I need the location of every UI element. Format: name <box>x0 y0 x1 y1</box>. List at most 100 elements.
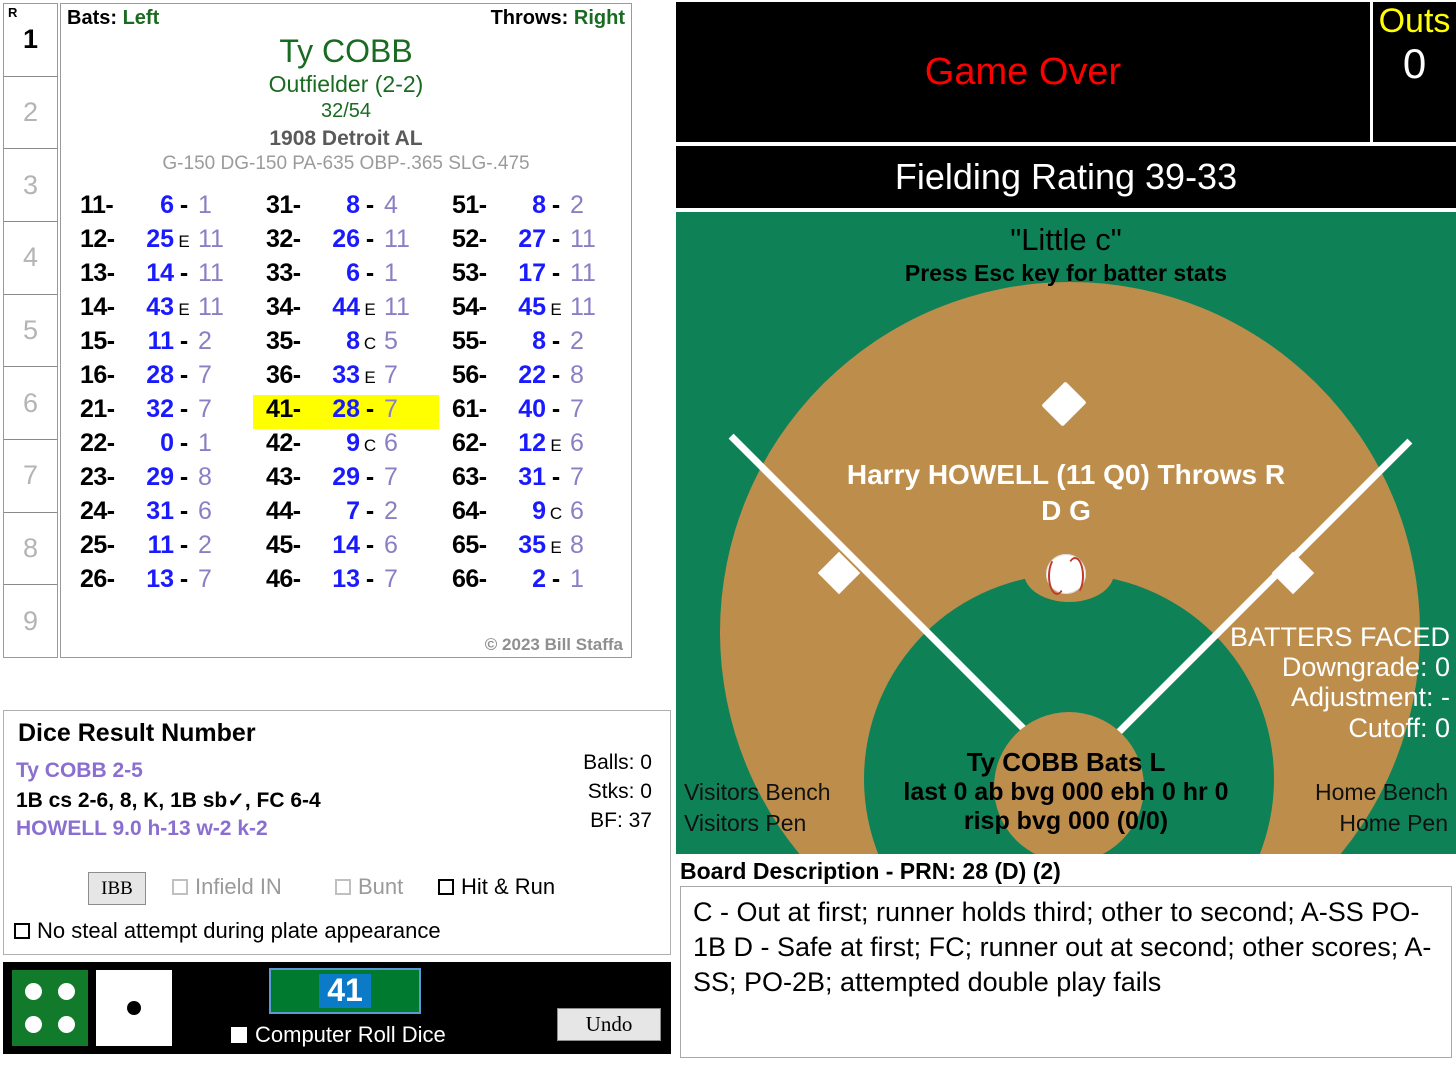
infield-in-checkbox[interactable]: Infield IN <box>172 874 282 900</box>
bunt-checkbox[interactable]: Bunt <box>335 874 403 900</box>
dice-result-row[interactable]: 15- 11-2 <box>67 327 253 361</box>
dice-fielder-number: 1 <box>570 564 584 593</box>
dice-code: 25- <box>80 530 115 559</box>
dice-fielder-number: 5 <box>384 326 398 355</box>
home-bench-link[interactable]: Home Bench <box>1315 777 1448 808</box>
batter-name-line: Ty COBB Bats L <box>966 747 1166 777</box>
dice-code: 36- <box>266 360 301 389</box>
dice-separator: - <box>365 530 375 559</box>
batting-order-slot-4[interactable]: 4 <box>4 222 57 295</box>
dice-separator: E <box>364 367 376 387</box>
dice-code: 12- <box>80 224 115 253</box>
dice-result-row[interactable]: 16- 28-7 <box>67 361 253 395</box>
dice-result-row[interactable]: 32- 26-11 <box>253 225 439 259</box>
dice-fielder-number: 8 <box>198 462 212 491</box>
ibb-button[interactable]: IBB <box>88 872 146 905</box>
dice-separator: C <box>549 503 563 523</box>
batting-order-slot-7[interactable]: 7 <box>4 440 57 513</box>
dice-result-row[interactable]: 34- 44 E 11 <box>253 293 439 327</box>
dice-result-row[interactable]: 64- 9 C 6 <box>439 497 625 531</box>
dice-code: 46- <box>266 564 301 593</box>
pitcher-info[interactable]: Harry HOWELL (11 Q0) Throws R D G <box>676 457 1456 529</box>
dice-result-row[interactable]: 43- 29-7 <box>253 463 439 497</box>
dice-play-number: 14 <box>332 530 360 559</box>
visitors-bench-link[interactable]: Visitors Bench <box>684 777 831 808</box>
dice-result-row[interactable]: 11- 6-1 <box>67 191 253 225</box>
dice-separator: - <box>179 190 189 219</box>
dice-result-row[interactable]: 33- 6-1 <box>253 259 439 293</box>
dice-result-row[interactable]: 46- 13-7 <box>253 565 439 599</box>
visitors-pen-link[interactable]: Visitors Pen <box>684 808 831 839</box>
dice-result-row[interactable]: 66- 2-1 <box>439 565 625 599</box>
dice-result-row[interactable]: 26- 13-7 <box>67 565 253 599</box>
outs-value: 0 <box>1402 39 1427 87</box>
dice-result-row[interactable]: 61- 40-7 <box>439 395 625 429</box>
dice-result-row[interactable]: 52- 27-11 <box>439 225 625 259</box>
dice-result-row[interactable]: 12- 25 E 11 <box>67 225 253 259</box>
dice-separator: - <box>179 394 189 423</box>
computer-roll-dice-checkbox[interactable]: Computer Roll Dice <box>231 1022 446 1048</box>
dice-separator: E <box>178 231 190 251</box>
cutoff-value: Cutoff: 0 <box>1348 712 1450 743</box>
dice-code: 42- <box>266 428 301 457</box>
dice-play-number: 13 <box>146 564 174 593</box>
green-die[interactable] <box>12 970 88 1046</box>
hit-and-run-checkbox[interactable]: Hit & Run <box>438 874 555 900</box>
dice-code: 62- <box>452 428 487 457</box>
batting-order-slot-3[interactable]: 3 <box>4 149 57 223</box>
no-steal-checkbox[interactable]: No steal attempt during plate appearance <box>14 918 441 944</box>
dice-result-row[interactable]: 23- 29-8 <box>67 463 253 497</box>
dice-result-row[interactable]: 65- 35 E 8 <box>439 531 625 565</box>
roll-result-display[interactable]: 41 <box>269 968 421 1014</box>
dice-result-row[interactable]: 54- 45 E 11 <box>439 293 625 327</box>
home-pen-link[interactable]: Home Pen <box>1315 808 1448 839</box>
batting-order-slot-2[interactable]: 2 <box>4 77 57 150</box>
dice-result-row[interactable]: 24- 31-6 <box>67 497 253 531</box>
dice-play-number: 29 <box>146 462 174 491</box>
visitors-links: Visitors Bench Visitors Pen <box>684 777 831 839</box>
dice-separator: - <box>365 564 375 593</box>
undo-button[interactable]: Undo <box>557 1008 661 1041</box>
dice-result-row[interactable]: 55- 8-2 <box>439 327 625 361</box>
dice-result-row[interactable]: 21- 32-7 <box>67 395 253 429</box>
dice-result-row[interactable]: 56- 22-8 <box>439 361 625 395</box>
dice-result-row[interactable]: 42- 9 C 6 <box>253 429 439 463</box>
dice-code: 24- <box>80 496 115 525</box>
dice-result-row[interactable]: 41- 28-7 <box>253 394 439 429</box>
dice-play-number: 31 <box>146 496 174 525</box>
dice-result-row[interactable]: 22- 0-1 <box>67 429 253 463</box>
batting-order-slot-6[interactable]: 6 <box>4 367 57 441</box>
dice-result-row[interactable]: 14- 43 E 11 <box>67 293 253 327</box>
batting-order-slot-8[interactable]: 8 <box>4 513 57 586</box>
dice-separator: - <box>365 394 375 423</box>
batting-order-slot-9[interactable]: 9 <box>4 585 57 657</box>
die-pip <box>24 982 42 1000</box>
dice-result-row[interactable]: 44- 7-2 <box>253 497 439 531</box>
dice-result-row[interactable]: 62- 12 E 6 <box>439 429 625 463</box>
dice-result-row[interactable]: 35- 8 C 5 <box>253 327 439 361</box>
batting-order-slot-5[interactable]: 5 <box>4 295 57 368</box>
home-links: Home Bench Home Pen <box>1315 777 1448 839</box>
dice-code: 65- <box>452 530 487 559</box>
player-fraction: 32/54 <box>320 99 372 122</box>
dice-result-row[interactable]: 25- 11-2 <box>67 531 253 565</box>
dice-result-row[interactable]: 63- 31-7 <box>439 463 625 497</box>
dice-separator: - <box>179 530 189 559</box>
dice-result-row[interactable]: 13- 14-11 <box>67 259 253 293</box>
dice-result-row[interactable]: 36- 33 E 7 <box>253 361 439 395</box>
batting-order-slot-1[interactable]: 1 <box>4 4 57 77</box>
white-die[interactable] <box>96 970 172 1046</box>
dice-separator: E <box>178 299 190 319</box>
dice-result-row[interactable]: 45- 14-6 <box>253 531 439 565</box>
dice-fielder-number: 11 <box>570 292 596 321</box>
baseball-field[interactable]: "Little c" Press Esc key for batter stat… <box>676 212 1456 854</box>
dice-result-row[interactable]: 53- 17-11 <box>439 259 625 293</box>
dice-result-row[interactable]: 31- 8-4 <box>253 191 439 225</box>
board-description-title: Board Description - PRN: 28 (D) (2) <box>680 858 1061 884</box>
dice-code: 15- <box>80 326 115 355</box>
adjustment-value: Adjustment: - <box>1290 682 1450 713</box>
dice-play-number: 6 <box>346 258 360 287</box>
dice-result-row[interactable]: 51- 8-2 <box>439 191 625 225</box>
die-pip <box>24 1016 42 1034</box>
throws-label: Throws: <box>490 7 569 29</box>
